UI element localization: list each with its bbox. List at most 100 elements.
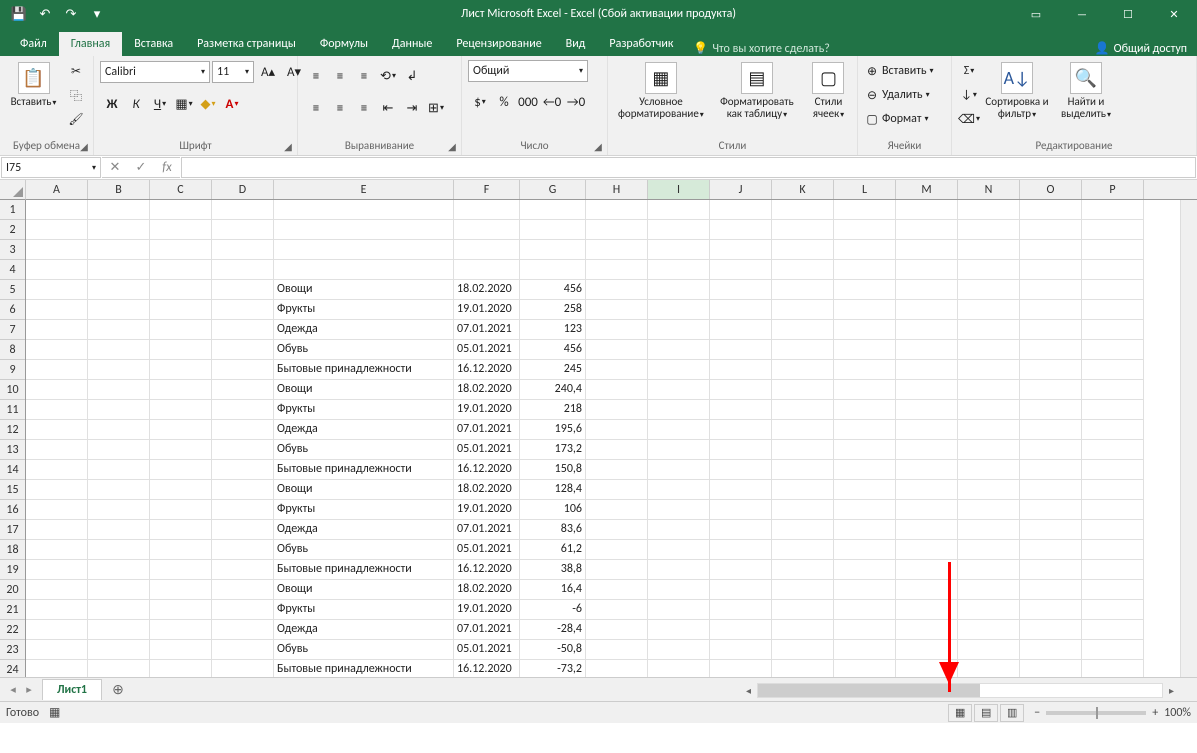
comma-icon[interactable]: 000 — [516, 90, 540, 114]
cell-C21[interactable] — [150, 600, 212, 620]
cell-K24[interactable] — [772, 660, 834, 677]
cell-E11[interactable]: Фрукты — [274, 400, 454, 420]
align-right-icon[interactable]: ≡ — [352, 96, 376, 120]
cell-F2[interactable] — [454, 220, 520, 240]
cell-D20[interactable] — [212, 580, 274, 600]
cell-G14[interactable]: 150,8 — [520, 460, 586, 480]
cell-D19[interactable] — [212, 560, 274, 580]
cell-L1[interactable] — [834, 200, 896, 220]
cell-E10[interactable]: Овощи — [274, 380, 454, 400]
cell-D9[interactable] — [212, 360, 274, 380]
cell-I5[interactable] — [648, 280, 710, 300]
cell-N13[interactable] — [958, 440, 1020, 460]
minimize-icon[interactable]: — — [1059, 0, 1105, 28]
cell-I19[interactable] — [648, 560, 710, 580]
tab-view[interactable]: Вид — [554, 32, 598, 56]
cell-C22[interactable] — [150, 620, 212, 640]
cell-A6[interactable] — [26, 300, 88, 320]
cell-L10[interactable] — [834, 380, 896, 400]
tab-home[interactable]: Главная — [59, 32, 122, 56]
cell-K13[interactable] — [772, 440, 834, 460]
cell-H9[interactable] — [586, 360, 648, 380]
cell-E24[interactable]: Бытовые принадлежности — [274, 660, 454, 677]
cell-D12[interactable] — [212, 420, 274, 440]
cell-O14[interactable] — [1020, 460, 1082, 480]
cell-P8[interactable] — [1082, 340, 1144, 360]
cell-E3[interactable] — [274, 240, 454, 260]
cell-G22[interactable]: -28,4 — [520, 620, 586, 640]
name-box[interactable]: I75▾ — [1, 157, 101, 178]
cell-P6[interactable] — [1082, 300, 1144, 320]
cell-O1[interactable] — [1020, 200, 1082, 220]
cell-B4[interactable] — [88, 260, 150, 280]
cell-M4[interactable] — [896, 260, 958, 280]
cell-D11[interactable] — [212, 400, 274, 420]
cell-J5[interactable] — [710, 280, 772, 300]
cell-L15[interactable] — [834, 480, 896, 500]
cell-F10[interactable]: 18.02.2020 — [454, 380, 520, 400]
enter-formula-icon[interactable]: ✓ — [128, 160, 154, 175]
cell-J6[interactable] — [710, 300, 772, 320]
cell-O16[interactable] — [1020, 500, 1082, 520]
cell-D1[interactable] — [212, 200, 274, 220]
row-header-9[interactable]: 9 — [0, 360, 25, 380]
close-icon[interactable]: ✕ — [1151, 0, 1197, 28]
cell-I13[interactable] — [648, 440, 710, 460]
column-header-M[interactable]: M — [896, 180, 958, 199]
cell-J15[interactable] — [710, 480, 772, 500]
row-header-23[interactable]: 23 — [0, 640, 25, 660]
cell-L13[interactable] — [834, 440, 896, 460]
cell-J23[interactable] — [710, 640, 772, 660]
cell-E19[interactable]: Бытовые принадлежности — [274, 560, 454, 580]
cell-B23[interactable] — [88, 640, 150, 660]
align-middle-icon[interactable]: ≡ — [328, 64, 352, 88]
conditional-formatting-button[interactable]: ▦ Условное форматирование▾ — [614, 60, 708, 120]
fill-color-button[interactable]: ◆▾ — [196, 92, 220, 116]
cell-J12[interactable] — [710, 420, 772, 440]
cell-J19[interactable] — [710, 560, 772, 580]
cell-C3[interactable] — [150, 240, 212, 260]
row-header-13[interactable]: 13 — [0, 440, 25, 460]
cell-N3[interactable] — [958, 240, 1020, 260]
cell-I24[interactable] — [648, 660, 710, 677]
cell-E20[interactable]: Овощи — [274, 580, 454, 600]
cut-icon[interactable]: ✂ — [65, 60, 87, 82]
cell-M11[interactable] — [896, 400, 958, 420]
cell-K22[interactable] — [772, 620, 834, 640]
cell-M9[interactable] — [896, 360, 958, 380]
cell-I7[interactable] — [648, 320, 710, 340]
cell-G3[interactable] — [520, 240, 586, 260]
row-header-18[interactable]: 18 — [0, 540, 25, 560]
row-header-6[interactable]: 6 — [0, 300, 25, 320]
cell-D4[interactable] — [212, 260, 274, 280]
cell-O17[interactable] — [1020, 520, 1082, 540]
cell-O2[interactable] — [1020, 220, 1082, 240]
cell-F11[interactable]: 19.01.2020 — [454, 400, 520, 420]
cell-P24[interactable] — [1082, 660, 1144, 677]
cell-M17[interactable] — [896, 520, 958, 540]
cell-N20[interactable] — [958, 580, 1020, 600]
tab-file[interactable]: Файл — [8, 32, 59, 56]
cell-O3[interactable] — [1020, 240, 1082, 260]
cell-P1[interactable] — [1082, 200, 1144, 220]
cell-K18[interactable] — [772, 540, 834, 560]
orientation-icon[interactable]: ⟲▾ — [376, 64, 400, 88]
cell-K5[interactable] — [772, 280, 834, 300]
cell-H1[interactable] — [586, 200, 648, 220]
cell-A16[interactable] — [26, 500, 88, 520]
cell-L21[interactable] — [834, 600, 896, 620]
cell-I20[interactable] — [648, 580, 710, 600]
cell-I11[interactable] — [648, 400, 710, 420]
cell-O15[interactable] — [1020, 480, 1082, 500]
cell-J2[interactable] — [710, 220, 772, 240]
cell-N7[interactable] — [958, 320, 1020, 340]
cell-I21[interactable] — [648, 600, 710, 620]
cell-D3[interactable] — [212, 240, 274, 260]
cell-G4[interactable] — [520, 260, 586, 280]
cell-G23[interactable]: -50,8 — [520, 640, 586, 660]
cell-L17[interactable] — [834, 520, 896, 540]
cell-H19[interactable] — [586, 560, 648, 580]
cell-M7[interactable] — [896, 320, 958, 340]
cell-H13[interactable] — [586, 440, 648, 460]
cell-N14[interactable] — [958, 460, 1020, 480]
